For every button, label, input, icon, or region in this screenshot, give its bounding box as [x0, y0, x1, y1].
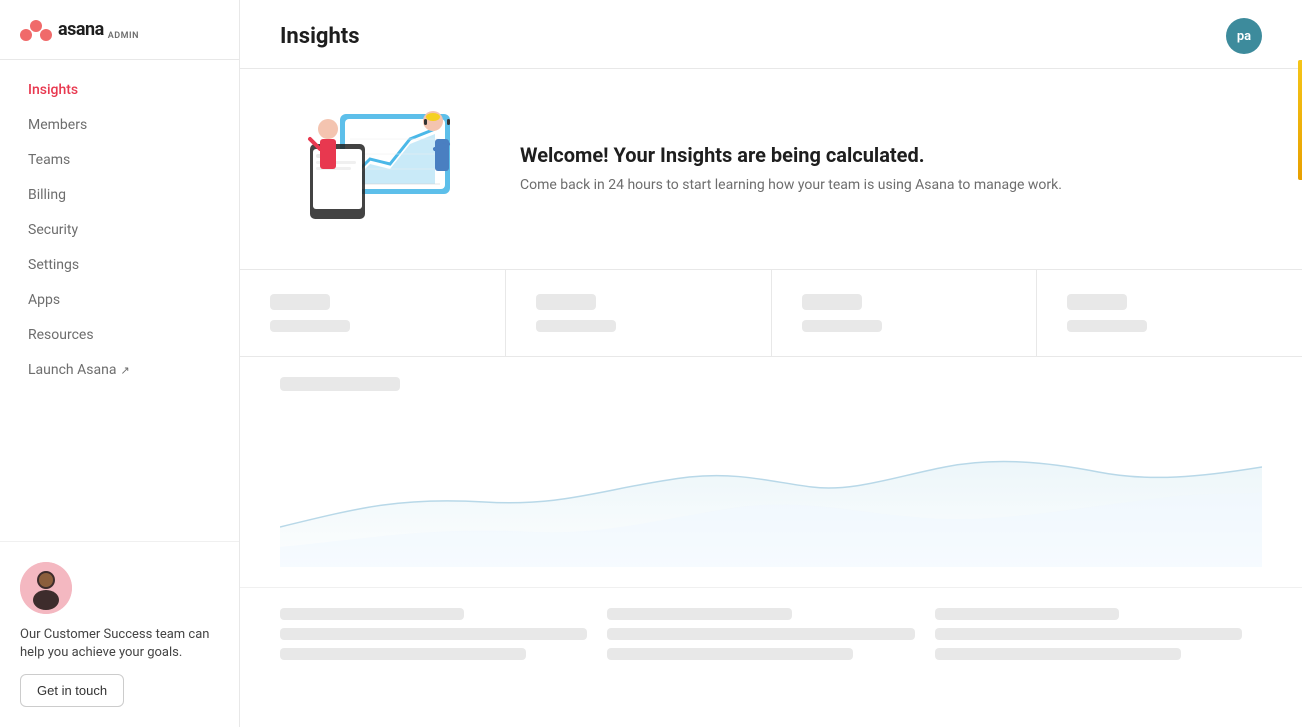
- logo-text: asana: [58, 19, 104, 40]
- skeleton-line-4: [607, 608, 791, 620]
- sidebar-item-resources[interactable]: Resources: [8, 318, 231, 352]
- grid-cell-3: [935, 608, 1262, 668]
- chart-container: [280, 407, 1262, 567]
- skeleton-line-5: [607, 628, 914, 640]
- sidebar: asana ADMIN Insights Members Teams Billi…: [0, 0, 240, 727]
- stats-row: [240, 269, 1302, 357]
- skeleton-line-3: [280, 648, 526, 660]
- chart-label-skeleton: [280, 377, 400, 391]
- accent-bar: [1298, 60, 1302, 180]
- logo-area: asana ADMIN: [0, 0, 239, 60]
- stat-skeleton-title-1: [270, 294, 330, 310]
- grid-cell-2: [607, 608, 934, 668]
- welcome-section: Welcome! Your Insights are being calcula…: [240, 69, 1302, 269]
- stat-card-2: [506, 270, 772, 356]
- skeleton-line-9: [935, 648, 1181, 660]
- external-link-icon: ↗: [120, 364, 129, 377]
- skeleton-line-1: [280, 608, 464, 620]
- chart-area: [240, 357, 1302, 587]
- stat-skeleton-value-1: [270, 320, 350, 332]
- launch-label: Launch Asana: [28, 362, 116, 378]
- skeleton-line-2: [280, 628, 587, 640]
- sidebar-item-launch-asana[interactable]: Launch Asana ↗: [8, 353, 231, 387]
- page-title: Insights: [280, 24, 360, 49]
- chart-svg: [280, 407, 1262, 567]
- grid-cell-1: [280, 608, 607, 668]
- skeleton-line-8: [935, 628, 1242, 640]
- sidebar-nav: Insights Members Teams Billing Security …: [0, 60, 239, 541]
- bottom-grid: [240, 587, 1302, 688]
- stat-skeleton-title-4: [1067, 294, 1127, 310]
- stat-skeleton-value-2: [536, 320, 616, 332]
- stat-skeleton-title-2: [536, 294, 596, 310]
- asana-logo-icon: [20, 19, 52, 41]
- sidebar-bottom: Our Customer Success team can help you a…: [0, 541, 239, 727]
- skeleton-line-7: [935, 608, 1119, 620]
- sidebar-item-teams[interactable]: Teams: [8, 143, 231, 177]
- stat-skeleton-value-4: [1067, 320, 1147, 332]
- sidebar-item-settings[interactable]: Settings: [8, 248, 231, 282]
- welcome-illustration: [280, 99, 480, 239]
- stat-card-4: [1037, 270, 1302, 356]
- main-body: Welcome! Your Insights are being calcula…: [240, 69, 1302, 727]
- sidebar-item-security[interactable]: Security: [8, 213, 231, 247]
- welcome-heading: Welcome! Your Insights are being calcula…: [520, 143, 1062, 167]
- main-header: Insights pa: [240, 0, 1302, 69]
- welcome-text: Welcome! Your Insights are being calcula…: [520, 143, 1062, 196]
- admin-badge: ADMIN: [108, 31, 139, 41]
- avatar-illustration: [20, 562, 72, 614]
- stat-skeleton-value-3: [802, 320, 882, 332]
- sidebar-item-members[interactable]: Members: [8, 108, 231, 142]
- sidebar-item-insights[interactable]: Insights: [8, 73, 231, 107]
- sidebar-item-apps[interactable]: Apps: [8, 283, 231, 317]
- support-avatar: [20, 562, 72, 614]
- welcome-subtext: Come back in 24 hours to start learning …: [520, 175, 1062, 196]
- stat-card-3: [772, 270, 1038, 356]
- stat-card-1: [240, 270, 506, 356]
- support-section: Our Customer Success team can help you a…: [20, 562, 219, 707]
- user-avatar[interactable]: pa: [1226, 18, 1262, 54]
- insights-illustration: [280, 99, 480, 239]
- skeleton-line-6: [607, 648, 853, 660]
- main-content: Insights pa: [240, 0, 1302, 727]
- support-text: Our Customer Success team can help you a…: [20, 626, 219, 662]
- stat-skeleton-title-3: [802, 294, 862, 310]
- get-in-touch-button[interactable]: Get in touch: [20, 674, 124, 707]
- asana-dots-svg: [20, 19, 52, 41]
- sidebar-item-billing[interactable]: Billing: [8, 178, 231, 212]
